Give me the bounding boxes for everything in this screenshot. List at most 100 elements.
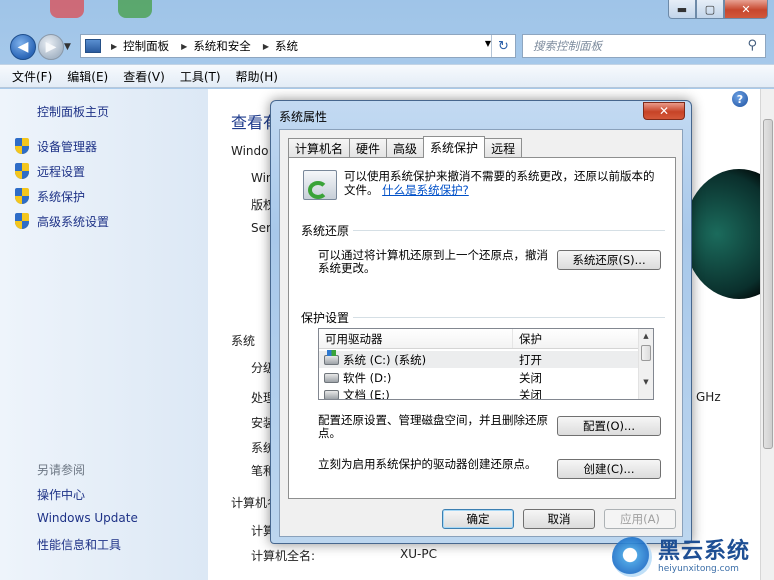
tab-remote[interactable]: 远程 <box>484 138 523 158</box>
minimize-button[interactable]: ▬ <box>668 0 696 19</box>
tab-panel-system-protection: 可以使用系统保护来撤消不需要的系统更改，还原以前版本的文件。 什么是系统保护? … <box>288 157 676 499</box>
control-panel-window: ▬ ▢ ✕ ◀ ▶ ▼ ▶ 控制面板 ▶ 系统和安全 ▶ 系统 ▼ ↻ 搜索控制… <box>0 0 774 580</box>
scroll-down-icon[interactable]: ▼ <box>639 375 653 389</box>
chevron-right-icon[interactable]: ▶ <box>111 42 117 51</box>
apply-button[interactable]: 应用(A) <box>604 509 676 529</box>
create-description: 立刻为启用系统保护的驱动器创建还原点。 <box>318 457 537 471</box>
maximize-button[interactable]: ▢ <box>696 0 724 19</box>
menu-file[interactable]: 文件(F) <box>12 68 52 85</box>
ok-button[interactable]: 确定 <box>442 509 514 529</box>
scroll-up-icon[interactable]: ▲ <box>639 329 653 343</box>
close-button[interactable]: ✕ <box>724 0 768 19</box>
drive-status: 打开 <box>519 352 542 367</box>
main-scrollbar[interactable] <box>760 89 774 580</box>
menu-view[interactable]: 查看(V) <box>123 68 165 85</box>
history-dropdown-icon[interactable]: ▼ <box>64 42 71 52</box>
uac-shield-icon <box>14 188 30 204</box>
dialog-title: 系统属性 <box>279 110 328 124</box>
breadcrumb-system-security[interactable]: 系统和安全 <box>193 38 251 54</box>
sidebar-item-remote-settings[interactable]: 远程设置 <box>14 161 85 181</box>
taskbar-ghost-icon <box>50 0 84 18</box>
tab-advanced[interactable]: 高级 <box>386 138 425 158</box>
sidebar-item-device-manager[interactable]: 设备管理器 <box>14 136 97 156</box>
sidebar: 控制面板主页 设备管理器 远程设置 系统保护 高级系统设置 另请参阅 操作中心 … <box>0 89 208 580</box>
forward-button[interactable]: ▶ <box>38 34 64 60</box>
configure-button[interactable]: 配置(O)... <box>557 416 661 436</box>
list-item[interactable]: 软件 (D:) 关闭 <box>319 369 640 386</box>
sidebar-item-label: 设备管理器 <box>37 139 98 154</box>
restore-description: 可以通过将计算机还原到上一个还原点，撤消系统更改。 <box>318 248 548 275</box>
column-header-drives[interactable]: 可用驱动器 <box>319 329 513 348</box>
create-button[interactable]: 创建(C)... <box>557 459 661 479</box>
title-bar: ▬ ▢ ✕ <box>0 0 774 28</box>
brand-url: heiyunxitong.com <box>658 564 739 574</box>
drive-icon <box>324 389 339 399</box>
restore-group-label: 系统还原 <box>301 224 354 238</box>
drive-status: 关闭 <box>519 370 542 385</box>
what-is-system-protection-link[interactable]: 什么是系统保护? <box>382 183 469 197</box>
sidebar-item-system-protection[interactable]: 系统保护 <box>14 186 85 206</box>
breadcrumb-system[interactable]: 系统 <box>275 38 298 54</box>
computer-full-name-label: 计算机全名: <box>251 549 316 563</box>
back-button[interactable]: ◀ <box>10 34 36 60</box>
drive-name: 软件 (D:) <box>343 370 392 385</box>
group-divider <box>301 317 665 318</box>
help-icon[interactable]: ? <box>732 91 748 107</box>
list-header: 可用驱动器 保护 <box>319 329 640 349</box>
tab-hardware[interactable]: 硬件 <box>349 138 388 158</box>
drive-icon <box>324 372 339 383</box>
chevron-right-icon[interactable]: ▶ <box>263 42 269 51</box>
list-scrollbar-thumb[interactable] <box>641 345 651 361</box>
refresh-icon[interactable]: ↻ <box>491 35 515 57</box>
sidebar-item-label: 系统保护 <box>37 189 86 204</box>
scrollbar-thumb[interactable] <box>763 119 773 449</box>
sidebar-item-advanced-settings[interactable]: 高级系统设置 <box>14 211 109 231</box>
see-also-performance[interactable]: 性能信息和工具 <box>37 536 121 553</box>
system-restore-button[interactable]: 系统还原(S)... <box>557 250 661 270</box>
system-drive-icon <box>324 349 339 365</box>
group-divider <box>301 230 665 231</box>
breadcrumb-control-panel[interactable]: 控制面板 <box>123 38 169 54</box>
brand-logo <box>612 537 652 577</box>
list-scrollbar[interactable]: ▲ ▼ <box>638 329 653 399</box>
system-properties-dialog: 系统属性 ✕ 计算机名 硬件 高级 系统保护 远程 可以使用系统保护来撤消不需要… <box>270 100 692 544</box>
search-input[interactable]: 搜索控制面板 ⚲ <box>522 34 766 58</box>
chevron-right-icon[interactable]: ▶ <box>181 42 187 51</box>
uac-shield-icon <box>14 213 30 229</box>
see-also-action-center[interactable]: 操作中心 <box>37 486 85 503</box>
address-bar[interactable]: ▶ 控制面板 ▶ 系统和安全 ▶ 系统 ▼ ↻ <box>80 34 516 58</box>
uac-shield-icon <box>14 138 30 154</box>
menu-help[interactable]: 帮助(H) <box>236 68 278 85</box>
caption-buttons: ▬ ▢ ✕ <box>668 0 768 19</box>
configure-description: 配置还原设置、管理磁盘空间，并且删除还原点。 <box>318 413 548 440</box>
protection-settings-group: 保护设置 <box>301 309 665 326</box>
dialog-close-button[interactable]: ✕ <box>643 102 685 120</box>
navigation-bar: ◀ ▶ ▼ ▶ 控制面板 ▶ 系统和安全 ▶ 系统 ▼ ↻ 搜索控制面板 ⚲ <box>0 30 774 62</box>
list-item[interactable]: 系统 (C:) (系统) 打开 <box>319 349 640 368</box>
uac-shield-icon <box>14 163 30 179</box>
taskbar-ghost-icon <box>118 0 152 18</box>
info-text: 可以使用系统保护来撤消不需要的系统更改，还原以前版本的文件。 什么是系统保护? <box>344 169 664 197</box>
brand-name: 黑云系统 <box>658 539 751 564</box>
column-header-protection[interactable]: 保护 <box>513 329 640 348</box>
search-placeholder: 搜索控制面板 <box>533 39 602 53</box>
see-also-windows-update[interactable]: Windows Update <box>37 511 138 525</box>
section-system: 系统 <box>231 334 256 348</box>
tab-computer-name[interactable]: 计算机名 <box>288 138 351 158</box>
control-panel-icon <box>85 39 101 53</box>
cancel-button[interactable]: 取消 <box>523 509 595 529</box>
drive-name: 系统 (C:) (系统) <box>343 352 427 367</box>
drives-list[interactable]: 可用驱动器 保护 系统 (C:) (系统) 打开 软件 (D:) 关闭 文档 (… <box>318 328 654 400</box>
restore-group: 系统还原 <box>301 222 665 239</box>
dialog-body: 计算机名 硬件 高级 系统保护 远程 可以使用系统保护来撤消不需要的系统更改，还… <box>279 129 683 537</box>
system-protection-icon <box>303 170 337 200</box>
sidebar-item-label: 远程设置 <box>37 164 86 179</box>
sidebar-home-link[interactable]: 控制面板主页 <box>37 103 109 120</box>
watermark: 黑云系统 heiyunxitong.com <box>612 534 774 580</box>
search-icon[interactable]: ⚲ <box>747 38 757 53</box>
list-item[interactable]: 文档 (E:) 关闭 <box>319 386 640 399</box>
menu-edit[interactable]: 编辑(E) <box>67 68 108 85</box>
menu-tools[interactable]: 工具(T) <box>180 68 221 85</box>
tab-system-protection[interactable]: 系统保护 <box>423 136 486 158</box>
menu-bar: 文件(F) 编辑(E) 查看(V) 工具(T) 帮助(H) <box>0 64 774 88</box>
